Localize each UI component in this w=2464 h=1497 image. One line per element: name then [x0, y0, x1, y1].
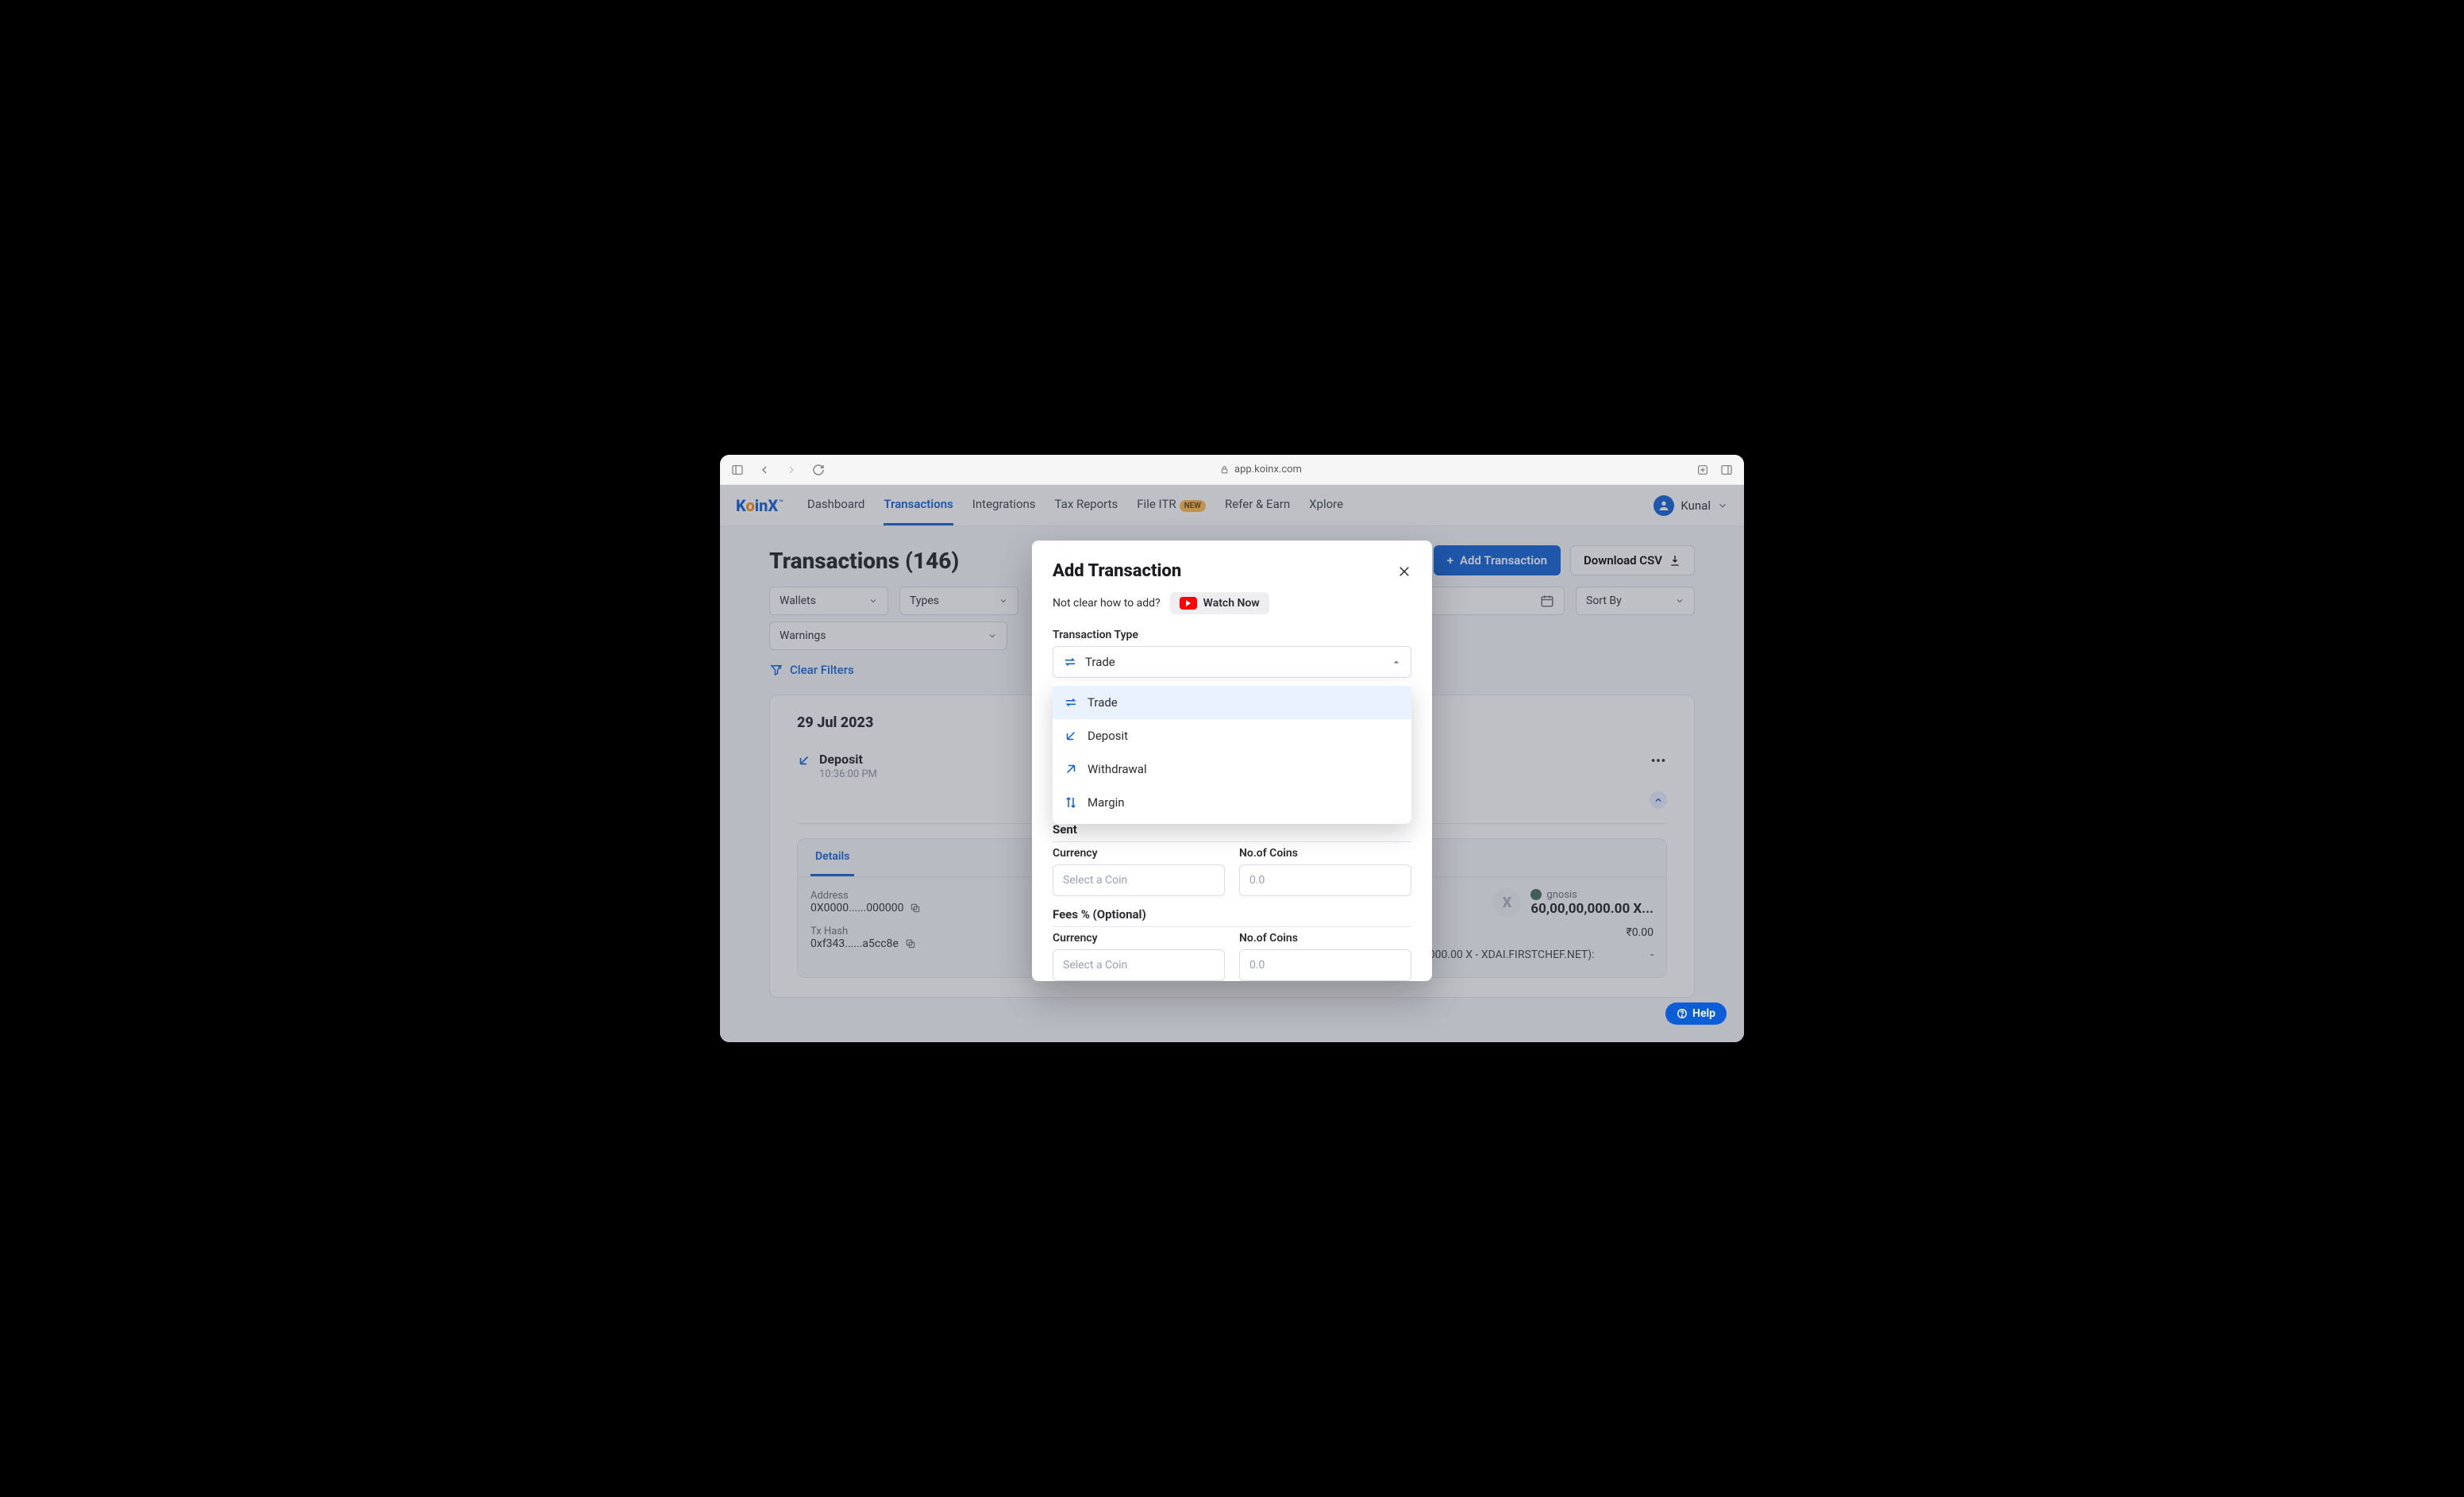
address-bar[interactable]: app.koinx.com: [839, 464, 1682, 475]
modal-title: Add Transaction: [1053, 561, 1181, 581]
add-transaction-modal: Add Transaction Not clear how to add? Wa…: [1032, 541, 1432, 981]
fees-heading: Fees % (Optional): [1053, 907, 1411, 927]
fees-coins-input[interactable]: [1239, 949, 1411, 981]
forward-icon: [785, 464, 798, 476]
watch-now-label: Watch Now: [1203, 597, 1260, 610]
help-label: Help: [1692, 1007, 1715, 1020]
back-icon[interactable]: [758, 464, 771, 476]
help-icon: [1677, 1008, 1688, 1019]
sidebar-toggle-icon[interactable]: [731, 464, 744, 476]
titlebar: app.koinx.com: [720, 455, 1744, 485]
sent-coins-input[interactable]: [1239, 864, 1411, 896]
fees-currency-label: Currency: [1053, 932, 1225, 945]
withdrawal-icon: [1064, 762, 1078, 776]
help-button[interactable]: Help: [1665, 1002, 1727, 1025]
share-icon[interactable]: [1696, 464, 1709, 476]
modal-hint: Not clear how to add?: [1053, 597, 1161, 610]
deposit-icon: [1064, 729, 1078, 743]
sent-coins-label: No.of Coins: [1239, 847, 1411, 860]
type-dropdown-menu: Trade Deposit Withdrawal Margin: [1053, 681, 1411, 824]
trade-icon: [1063, 655, 1077, 669]
fees-coins-label: No.of Coins: [1239, 932, 1411, 945]
type-dropdown[interactable]: Trade: [1053, 646, 1411, 678]
type-option-trade[interactable]: Trade: [1053, 686, 1411, 719]
tabs-icon[interactable]: [1720, 464, 1733, 476]
browser-window: app.koinx.com KoinX™ Dashboard Transacti…: [720, 455, 1744, 1042]
margin-icon: [1064, 795, 1078, 810]
type-value: Trade: [1085, 655, 1115, 669]
close-icon[interactable]: [1397, 564, 1411, 579]
sent-heading: Sent: [1053, 822, 1411, 842]
url-text: app.koinx.com: [1234, 464, 1302, 475]
type-option-withdrawal[interactable]: Withdrawal: [1053, 752, 1411, 786]
watch-now-button[interactable]: Watch Now: [1170, 592, 1269, 614]
youtube-icon: [1180, 597, 1197, 610]
type-label: Transaction Type: [1053, 629, 1411, 641]
caret-up-icon: [1392, 657, 1401, 667]
type-option-margin[interactable]: Margin: [1053, 786, 1411, 819]
reload-icon[interactable]: [812, 464, 825, 476]
sent-currency-label: Currency: [1053, 847, 1225, 860]
sent-currency-input[interactable]: [1053, 864, 1225, 896]
fees-currency-input[interactable]: [1053, 949, 1225, 981]
type-option-deposit[interactable]: Deposit: [1053, 719, 1411, 752]
trade-icon: [1064, 695, 1078, 710]
